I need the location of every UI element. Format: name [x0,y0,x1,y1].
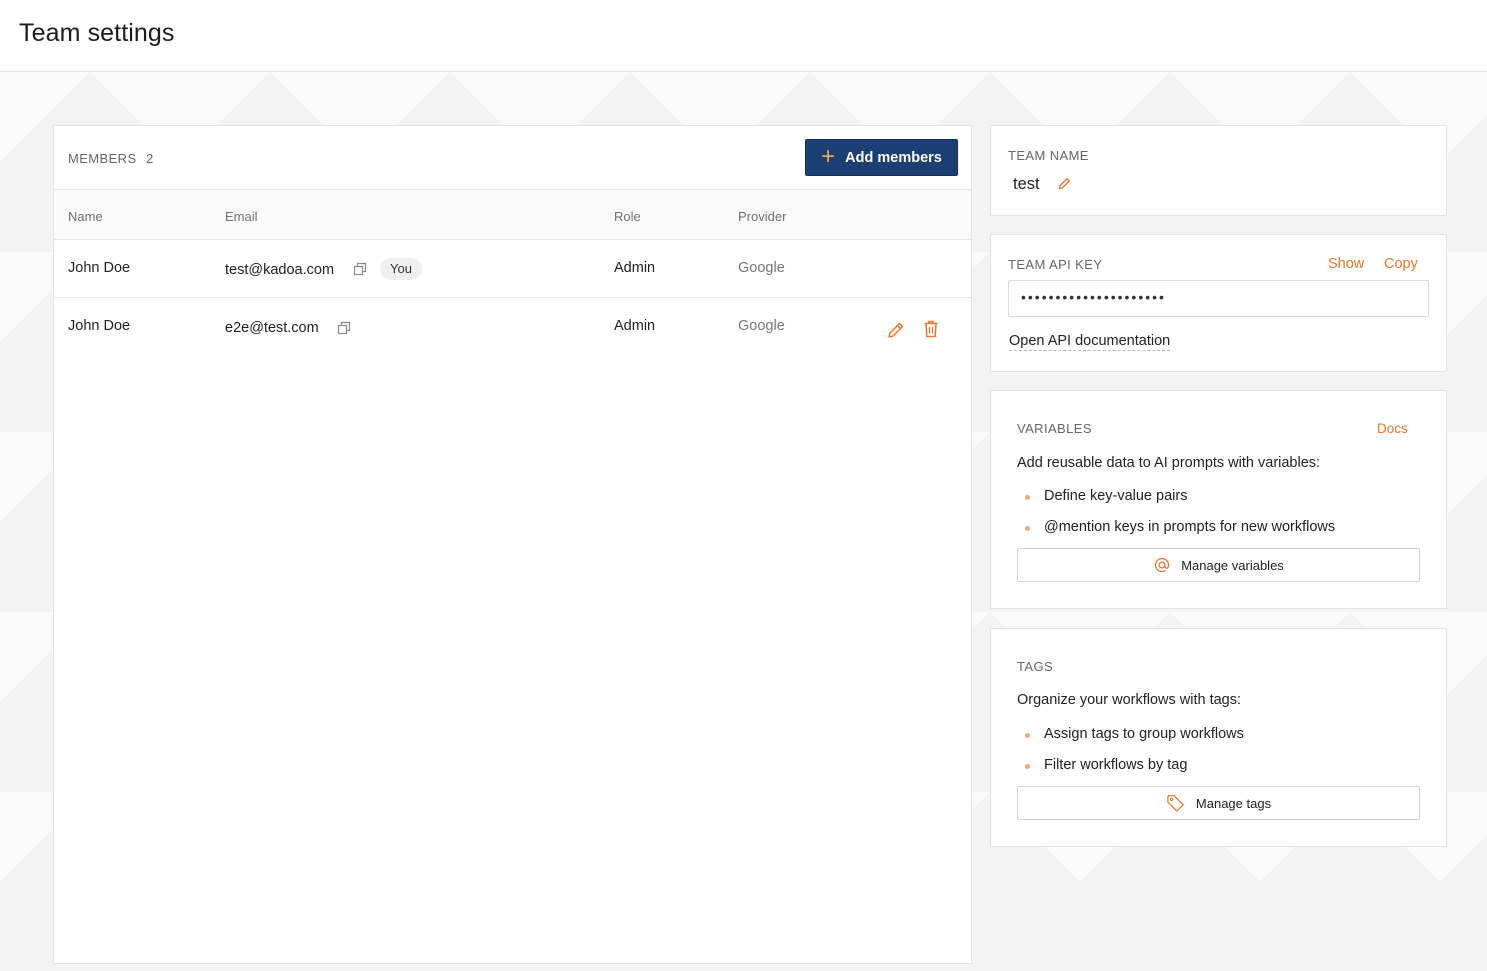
api-key-card: TEAM API KEY Show Copy •••••••••••••••••… [990,234,1447,372]
bullet-dot [1025,764,1030,769]
member-role: Admin [614,318,656,334]
members-label: MEMBERS [68,151,137,166]
copy-icon[interactable] [337,321,351,335]
edit-icon[interactable] [886,320,906,340]
top-bar: Team settings [0,0,1487,72]
you-badge: You [380,258,422,280]
member-provider: Google [738,318,785,334]
table-row: John Doe test@kadoa.com You Admin Google [54,240,971,298]
delete-icon[interactable] [921,319,941,339]
tags-card: TAGS Organize your workflows with tags: … [990,628,1447,847]
member-role: Admin [614,260,656,276]
members-header: MEMBERS 2 + Add members [54,126,971,190]
variables-label: VARIABLES [1017,421,1092,436]
show-key-button[interactable]: Show [1328,256,1364,272]
member-email: e2e@test.com [225,320,319,336]
page-title: Team settings [19,19,175,47]
list-item: @mention keys in prompts for new workflo… [1017,519,1397,537]
bullet-dot [1025,495,1030,500]
list-item: Assign tags to group workflows [1017,726,1397,744]
bullet-text: Define key-value pairs [1044,488,1188,504]
variables-card: VARIABLES Docs Add reusable data to AI p… [990,390,1447,609]
variables-docs-link[interactable]: Docs [1377,421,1408,436]
tags-label: TAGS [1017,659,1054,674]
manage-tags-button[interactable]: Manage tags [1017,786,1420,820]
copy-icon[interactable] [353,262,367,276]
team-name-value: test [1013,175,1040,193]
team-name-card: TEAM NAME test [990,125,1447,216]
bullet-text: @mention keys in prompts for new workflo… [1044,519,1336,535]
member-name: John Doe [68,318,131,334]
members-count: 2 [146,151,154,166]
manage-tags-label: Manage tags [1195,795,1272,811]
table-header: Name Email Role Provider [54,190,971,240]
api-key-field[interactable]: ••••••••••••••••••••• [1008,280,1429,317]
api-documentation-link[interactable]: Open API documentation [1009,333,1171,351]
variables-description: Add reusable data to AI prompts with var… [1017,455,1321,471]
add-members-button[interactable]: + Add members [805,139,958,176]
plus-icon: + [821,142,836,170]
tags-description: Organize your workflows with tags: [1017,692,1242,708]
list-item: Filter workflows by tag [1017,757,1397,775]
manage-variables-label: Manage variables [1181,557,1284,573]
edit-team-name-icon[interactable] [1057,176,1072,191]
column-header-name[interactable]: Name [68,209,103,224]
table-row: John Doe e2e@test.com Admin Google [54,299,971,357]
member-email: test@kadoa.com [225,262,335,278]
list-item: Define key-value pairs [1017,488,1397,506]
member-name: John Doe [68,260,131,276]
bullet-text: Assign tags to group workflows [1044,726,1244,742]
copy-key-button[interactable]: Copy [1384,256,1418,272]
at-sign-icon [1155,557,1170,573]
bullet-dot [1025,733,1030,738]
column-header-role[interactable]: Role [614,209,641,224]
api-key-label: TEAM API KEY [1008,257,1103,272]
bullet-dot [1025,526,1030,531]
manage-variables-button[interactable]: Manage variables [1017,548,1420,582]
member-provider: Google [738,260,785,276]
bullet-text: Filter workflows by tag [1044,757,1188,773]
members-card: MEMBERS 2 + Add members Name Email Role … [53,125,972,964]
team-name-label: TEAM NAME [1008,148,1089,163]
tag-icon [1167,795,1184,812]
column-header-email[interactable]: Email [225,209,258,224]
column-header-provider[interactable]: Provider [738,209,786,224]
add-members-label: Add members [845,149,942,166]
